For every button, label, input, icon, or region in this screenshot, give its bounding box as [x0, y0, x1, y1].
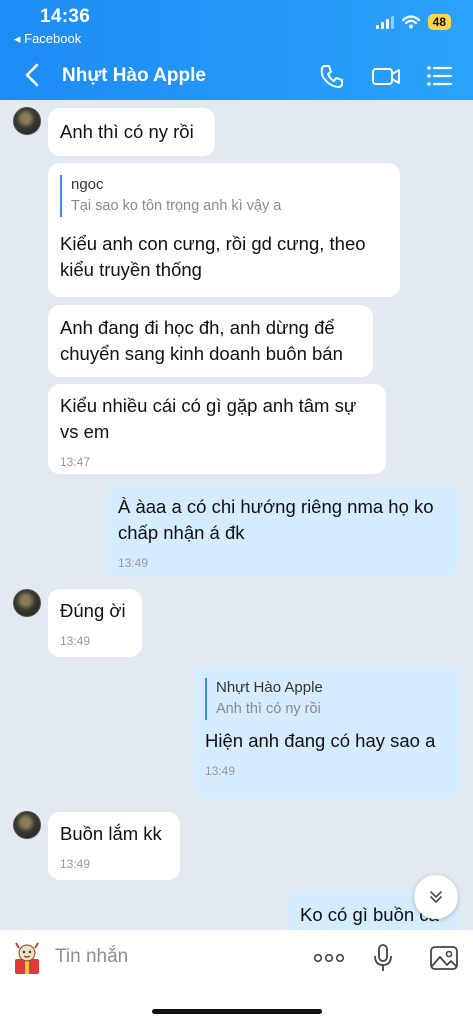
chat-title[interactable]: Nhựt Hào Apple — [62, 65, 206, 87]
avatar[interactable] — [13, 107, 41, 135]
message-bubble[interactable]: À àaa a có chi hướng riêng nma họ ko chấ… — [106, 485, 459, 576]
message-time: 13:49 — [60, 634, 91, 648]
reply-quote[interactable]: Nhựt Hào Apple Anh thì có ny rồi — [205, 678, 447, 720]
message-text: Kiểu anh con cưng, rồi gd cưng, theo kiể… — [60, 233, 366, 280]
avatar[interactable] — [13, 589, 41, 617]
microphone-icon[interactable] — [372, 943, 394, 973]
message-time: 13:47 — [60, 455, 91, 469]
wifi-icon — [401, 15, 420, 29]
message-time: 13:49 — [118, 556, 149, 570]
message-time: 13:49 — [60, 857, 91, 871]
message-text: Anh đang đi học đh, anh dừng để chuyển s… — [60, 317, 343, 364]
message-bubble[interactable]: Anh đang đi học đh, anh dừng để chuyển s… — [48, 305, 373, 377]
composer-bar: Tin nhắn — [0, 930, 473, 1024]
signal-icon — [375, 15, 394, 29]
phone-call-icon[interactable] — [318, 62, 346, 90]
quote-author: ngoc — [71, 176, 104, 193]
scroll-to-bottom-button[interactable] — [414, 875, 458, 919]
status-icons: 48 — [375, 14, 451, 30]
sticker-icon[interactable] — [8, 939, 46, 977]
quote-text: Tại sao ko tôn trọng anh kì vậy a — [71, 198, 282, 214]
message-bubble[interactable]: ngoc Tại sao ko tôn trọng anh kì vậy a K… — [48, 163, 400, 297]
message-bubble[interactable]: Đúng ời 13:49 — [48, 589, 142, 657]
back-arrow-icon[interactable] — [20, 60, 44, 90]
message-text: Buồn lắm kk — [60, 823, 162, 844]
message-time: 13:49 — [205, 764, 236, 778]
message-bubble[interactable]: Buồn lắm kk 13:49 — [48, 812, 180, 880]
message-text: Hiện anh đang có hay sao a — [205, 730, 436, 751]
message-text: Anh thì có ny rồi — [60, 121, 194, 142]
message-list[interactable]: Anh thì có ny rồi ngoc Tại sao ko tôn tr… — [0, 100, 473, 930]
message-bubble[interactable]: Anh thì có ny rồi — [48, 108, 215, 156]
message-bubble[interactable]: Nhựt Hào Apple Anh thì có ny rồi Hiện an… — [193, 666, 459, 799]
message-text: Đúng ời — [60, 600, 126, 621]
avatar[interactable] — [13, 811, 41, 839]
home-indicator — [152, 1009, 322, 1014]
quote-text: Anh thì có ny rồi — [216, 701, 321, 717]
battery-indicator: 48 — [427, 14, 451, 30]
message-input[interactable]: Tin nhắn — [55, 946, 128, 968]
status-time: 14:36 — [40, 6, 91, 27]
video-call-icon[interactable] — [371, 62, 401, 90]
back-to-app-link[interactable]: ◂ Facebook — [14, 31, 81, 47]
quote-author: Nhựt Hào Apple — [216, 679, 323, 696]
message-text: À àaa a có chi hướng riêng nma họ ko chấ… — [118, 496, 434, 543]
double-chevron-down-icon — [430, 891, 442, 903]
message-text: Kiểu nhiều cái có gì gặp anh tâm sự vs e… — [60, 395, 357, 442]
chat-header: 14:36 ◂ Facebook 48 Nhựt Hào Apple — [0, 0, 473, 100]
more-options-icon[interactable] — [313, 951, 345, 965]
menu-list-icon[interactable] — [426, 62, 454, 90]
reply-quote[interactable]: ngoc Tại sao ko tôn trọng anh kì vậy a — [60, 175, 388, 217]
image-gallery-icon[interactable] — [429, 944, 459, 972]
message-bubble[interactable]: Kiểu nhiều cái có gì gặp anh tâm sự vs e… — [48, 384, 386, 474]
